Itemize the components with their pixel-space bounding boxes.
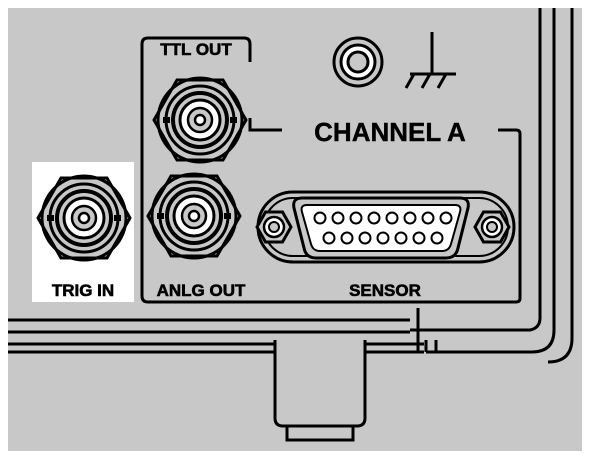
sensor-label: SENSOR [349,281,421,300]
channel-a-label: CHANNEL A [314,117,466,147]
instrument-rear-panel: TTL OUT CHANNEL A TRIG IN ANLG OUT SENSO… [0,0,590,459]
sensor-right-post [473,210,511,244]
sensor-connector [255,190,516,264]
chassis-foot [273,340,367,442]
trig-in-label: TRIG IN [52,281,114,300]
sensor-left-post [255,210,293,244]
ttl-out-label: TTL OUT [160,40,232,59]
anlg-out-label: ANLG OUT [157,281,246,300]
ground-terminal [332,36,384,88]
rear-panel-drawing: TTL OUT CHANNEL A TRIG IN ANLG OUT SENSO… [8,8,582,451]
